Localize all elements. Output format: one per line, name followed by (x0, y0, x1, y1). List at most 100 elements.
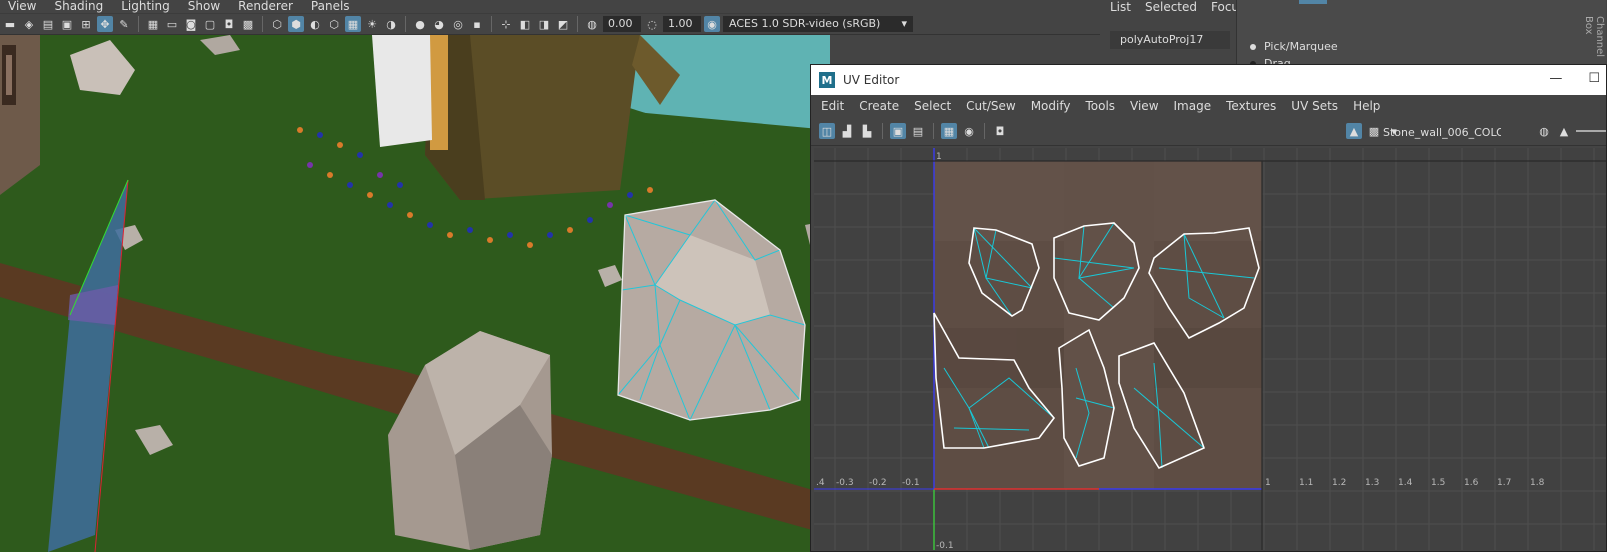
color-space-dropdown[interactable]: ACES 1.0 SDR-video (sRGB) ▾ (723, 16, 913, 32)
texture-name[interactable]: Stone_wall_006_COLOR (1383, 126, 1501, 139)
checker-icon[interactable]: ▩ (1366, 123, 1382, 139)
channel-box-menus: List Selected Focus (1110, 0, 1245, 14)
v-label-top: 1 (936, 152, 942, 162)
pan-zoom-icon[interactable]: ✥ (97, 16, 113, 32)
bookmark-icon[interactable]: ▤ (40, 16, 56, 32)
uv-editor-titlebar[interactable]: M UV Editor — ☐ (811, 65, 1606, 95)
uv-shell-icon[interactable]: ◫ (819, 123, 835, 139)
u-label: 1.6 (1464, 478, 1479, 488)
scene-render[interactable] (0, 35, 830, 552)
maximize-button[interactable]: ☐ (1588, 71, 1600, 86)
xray-joints-icon[interactable]: ◨ (536, 16, 552, 32)
xray-components-icon[interactable]: ◩ (555, 16, 571, 32)
textured-icon[interactable]: ▦ (345, 16, 361, 32)
gamma-field[interactable]: 1.00 (663, 16, 701, 32)
grease-pencil-icon[interactable]: ✎ (116, 16, 132, 32)
u-label: 1.2 (1332, 478, 1346, 488)
radio-label: Pick/Marquee (1264, 40, 1338, 53)
gamma-icon[interactable]: ◌ (644, 16, 660, 32)
toolbar-divider (882, 123, 883, 139)
u-label: 1 (1265, 478, 1271, 488)
toolbar-divider (577, 16, 578, 32)
window-controls: — ☐ (1549, 71, 1600, 86)
field-chart-icon[interactable]: ◘ (221, 16, 237, 32)
menu-select[interactable]: Select (914, 99, 951, 113)
menu-textures[interactable]: Textures (1226, 99, 1276, 113)
checker-grid-icon[interactable]: ▦ (941, 123, 957, 139)
xray-icon[interactable]: ◧ (517, 16, 533, 32)
node-name-field[interactable]: polyAutoProj17 (1110, 31, 1230, 49)
shadows-icon[interactable]: ◑ (383, 16, 399, 32)
menu-view[interactable]: View (8, 0, 36, 13)
menu-panels[interactable]: Panels (311, 0, 350, 13)
color-management-icon[interactable]: ◉ (704, 16, 720, 32)
channel-box-side-label: Channel Box (1583, 16, 1605, 58)
chevron-down-icon: ▾ (901, 17, 907, 30)
camera-icon[interactable]: ▬ (2, 16, 18, 32)
depth-of-field-icon[interactable]: ▪ (469, 16, 485, 32)
minimize-button[interactable]: — (1549, 71, 1562, 86)
uv-frame-icon[interactable]: ▤ (910, 123, 926, 139)
uv-editor-menubar: Edit Create Select Cut/Sew Modify Tools … (811, 95, 1606, 117)
perspective-viewport[interactable]: View Shading Lighting Show Renderer Pane… (0, 0, 1112, 552)
active-tab-indicator (1299, 0, 1327, 4)
menu-edit[interactable]: Edit (821, 99, 844, 113)
menu-tools[interactable]: Tools (1085, 99, 1115, 113)
radio-dot-icon (1250, 43, 1256, 50)
safe-action-icon[interactable]: ▩ (240, 16, 256, 32)
grid-icon[interactable]: ▦ (145, 16, 161, 32)
snapshot-camera-icon[interactable]: ◘ (992, 123, 1008, 139)
uv-canvas[interactable]: 1 -0.1 .4 -0.3 -0.2 -0.1 1 1.1 1.2 1.3 1… (814, 148, 1606, 550)
exposure-field[interactable]: 0.00 (603, 16, 641, 32)
motion-blur-icon[interactable]: ◕ (431, 16, 447, 32)
toolbar-divider (138, 16, 139, 32)
gate-mask-icon[interactable]: ▢ (202, 16, 218, 32)
rgb-channel-icon[interactable]: ◍ (1536, 123, 1552, 139)
menu-renderer[interactable]: Renderer (238, 0, 293, 13)
window-title: UV Editor (843, 73, 900, 87)
menu-modify[interactable]: Modify (1031, 99, 1071, 113)
view-2d-icon[interactable]: ⊞ (78, 16, 94, 32)
uv-face-icon[interactable]: ▙ (859, 123, 875, 139)
image-icon[interactable]: ▲ (1556, 123, 1572, 139)
isolate-select-icon[interactable]: ⊹ (498, 16, 514, 32)
uv-editor-window[interactable]: M UV Editor — ☐ Edit Create Select Cut/S… (810, 64, 1607, 552)
screen-space-ao-icon[interactable]: ● (412, 16, 428, 32)
wireframe-on-shaded-icon[interactable]: ⬡ (326, 16, 342, 32)
lights-icon[interactable]: ☀ (364, 16, 380, 32)
menu-help[interactable]: Help (1353, 99, 1380, 113)
maya-logo-icon: M (819, 72, 835, 88)
menu-selected[interactable]: Selected (1145, 0, 1197, 14)
exposure-icon[interactable]: ◍ (584, 16, 600, 32)
toolbar-divider (262, 16, 263, 32)
resolution-gate-icon[interactable]: ◙ (183, 16, 199, 32)
default-material-icon[interactable]: ◐ (307, 16, 323, 32)
uv-vertex-icon[interactable]: ▟ (839, 123, 855, 139)
menu-shading[interactable]: Shading (54, 0, 103, 13)
image-plane-icon[interactable]: ▣ (59, 16, 75, 32)
menu-lighting[interactable]: Lighting (121, 0, 170, 13)
display-image-icon[interactable]: ▲ (1346, 123, 1362, 139)
u-label: .4 (816, 478, 825, 488)
exposure-slider[interactable] (1576, 130, 1606, 132)
viewport-menubar: View Shading Lighting Show Renderer Pane… (0, 0, 1112, 13)
menu-image[interactable]: Image (1174, 99, 1212, 113)
smooth-shade-icon[interactable]: ⬢ (288, 16, 304, 32)
u-label: 1.7 (1497, 478, 1511, 488)
u-label: 1.3 (1365, 478, 1379, 488)
menu-list[interactable]: List (1110, 0, 1131, 14)
texture-border-icon[interactable]: ◉ (961, 123, 977, 139)
u-label: 1.4 (1398, 478, 1413, 488)
pick-marquee-radio[interactable]: Pick/Marquee (1250, 38, 1338, 55)
menu-uv-sets[interactable]: UV Sets (1291, 99, 1338, 113)
uv-grid-icon[interactable]: ▣ (890, 123, 906, 139)
film-gate-icon[interactable]: ▭ (164, 16, 180, 32)
anti-aliasing-icon[interactable]: ◎ (450, 16, 466, 32)
menu-view[interactable]: View (1130, 99, 1158, 113)
menu-cut-sew[interactable]: Cut/Sew (966, 99, 1016, 113)
wireframe-icon[interactable]: ⬡ (269, 16, 285, 32)
u-label: -0.1 (902, 478, 920, 488)
menu-create[interactable]: Create (859, 99, 899, 113)
menu-show[interactable]: Show (188, 0, 220, 13)
camera-lock-icon[interactable]: ◈ (21, 16, 37, 32)
